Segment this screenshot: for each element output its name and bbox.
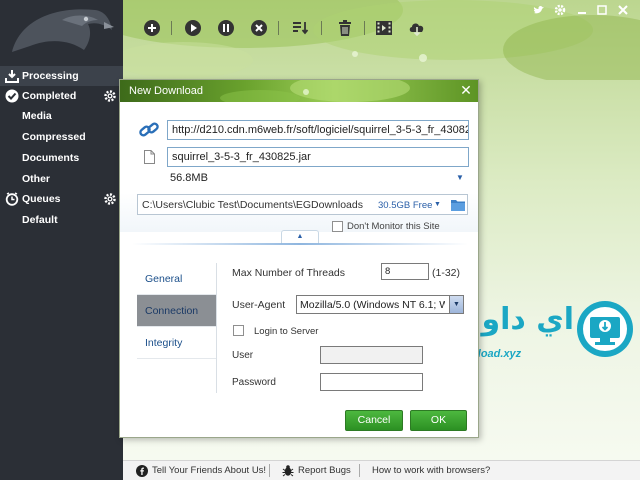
report-bugs-link[interactable]: Report Bugs: [298, 465, 351, 476]
sidebar-item-completed[interactable]: Completed: [0, 86, 123, 106]
tab-integrity[interactable]: Integrity: [137, 327, 216, 359]
login-label: Login to Server: [254, 326, 319, 337]
gear-icon[interactable]: [103, 192, 117, 206]
sidebar-item-compressed[interactable]: Compressed: [0, 127, 123, 147]
sidebar-item-processing[interactable]: Processing: [0, 66, 123, 86]
ok-button[interactable]: OK: [410, 410, 467, 431]
stop-icon[interactable]: [250, 19, 268, 37]
twitter-icon[interactable]: [532, 3, 546, 17]
user-agent-value: Mozilla/5.0 (Windows NT 6.1; WO: [300, 299, 445, 311]
sidebar-item-documents[interactable]: Documents: [0, 148, 123, 168]
new-download-dialog: New Download ✕ http://d210.cdn.m6web.fr/…: [119, 79, 479, 438]
sidebar-item-label: Documents: [22, 152, 80, 164]
gear-icon[interactable]: [103, 89, 117, 103]
chevron-up-icon: ▲: [296, 233, 304, 240]
divider: [132, 243, 468, 245]
divider: [359, 464, 360, 477]
sidebar-item-queues[interactable]: Queues: [0, 189, 123, 209]
threads-input[interactable]: 8: [381, 263, 429, 280]
folder-icon[interactable]: [451, 198, 465, 211]
delete-icon[interactable]: [336, 19, 354, 37]
minimize-icon[interactable]: [575, 3, 589, 17]
browsers-help-link[interactable]: How to work with browsers?: [372, 465, 490, 476]
toolbar-divider: [171, 21, 172, 35]
divider: [216, 263, 217, 393]
settings-icon[interactable]: [553, 3, 567, 17]
user-agent-select[interactable]: Mozilla/5.0 (Windows NT 6.1; WO ▼: [296, 295, 464, 314]
sort-icon[interactable]: [291, 19, 309, 37]
sidebar-item-label: Completed: [22, 90, 77, 102]
save-path-field[interactable]: C:\Users\Clubic Test\Documents\EGDownloa…: [137, 194, 468, 215]
sidebar-item-label: Default: [22, 214, 58, 226]
bug-icon: [282, 465, 294, 477]
free-space-label: 30.5GB Free: [378, 200, 433, 211]
status-bar: Tell Your Friends About Us! Report Bugs …: [123, 460, 640, 480]
dont-monitor-label: Don't Monitor this Site: [347, 221, 440, 232]
url-input[interactable]: http://d210.cdn.m6web.fr/soft/logiciel/s…: [167, 120, 469, 140]
chevron-down-icon[interactable]: ▼: [449, 296, 463, 313]
sidebar-item-label: Queues: [22, 193, 61, 205]
sidebar: Processing Completed Media Compressed Do…: [0, 0, 123, 480]
sidebar-item-default[interactable]: Default: [0, 210, 123, 230]
password-input[interactable]: [320, 373, 423, 391]
sidebar-item-media[interactable]: Media: [0, 106, 123, 126]
dont-monitor-checkbox[interactable]: [332, 221, 343, 232]
toolbar-divider: [321, 21, 322, 35]
sidebar-item-label: Other: [22, 173, 51, 185]
toolbar: [123, 16, 443, 42]
pause-icon[interactable]: [217, 19, 235, 37]
tab-label: Connection: [145, 305, 199, 317]
sidebar-item-label: Media: [22, 110, 52, 122]
dialog-header: New Download ✕: [120, 80, 478, 102]
tab-connection[interactable]: Connection: [137, 295, 216, 327]
user-label: User: [232, 350, 254, 361]
login-checkbox[interactable]: [233, 325, 244, 336]
eagle-logo-icon: [0, 0, 123, 64]
media-icon[interactable]: [375, 19, 393, 37]
window-controls: [532, 3, 632, 17]
sidebar-item-label: Processing: [22, 70, 79, 82]
facebook-icon: [136, 465, 148, 477]
add-icon[interactable]: [143, 19, 161, 37]
watermark-logo-icon: [577, 301, 633, 357]
filename-input[interactable]: squirrel_3-5-3_fr_430825.jar: [167, 147, 469, 167]
download-tray-icon: [5, 70, 19, 83]
password-label: Password: [232, 377, 276, 388]
threads-label: Max Number of Threads: [232, 267, 346, 279]
maximize-icon[interactable]: [595, 3, 609, 17]
sidebar-item-other[interactable]: Other: [0, 169, 123, 189]
save-path-text: C:\Users\Clubic Test\Documents\EGDownloa…: [142, 199, 363, 211]
clock-icon: [5, 192, 19, 206]
cancel-button[interactable]: Cancel: [345, 410, 403, 431]
collapse-toggle[interactable]: ▲: [281, 230, 319, 244]
toolbar-divider: [278, 21, 279, 35]
tab-label: General: [145, 273, 183, 285]
file-size-label: 56.8MB: [170, 172, 208, 184]
close-icon[interactable]: [616, 3, 630, 17]
user-input[interactable]: [320, 346, 423, 364]
chevron-down-icon[interactable]: ▼: [456, 173, 464, 182]
chevron-down-icon[interactable]: ▼: [434, 201, 441, 208]
link-icon: [139, 122, 159, 137]
sidebar-item-label: Compressed: [22, 131, 86, 143]
dialog-title: New Download: [129, 85, 203, 97]
cloud-download-icon[interactable]: [408, 19, 426, 37]
check-circle-icon: [5, 89, 19, 103]
threads-range-label: (1-32): [432, 267, 461, 279]
tell-friends-link[interactable]: Tell Your Friends About Us!: [152, 465, 266, 476]
user-agent-label: User-Agent: [232, 299, 286, 311]
tab-general[interactable]: General: [137, 263, 216, 295]
divider: [269, 464, 270, 477]
toolbar-divider: [364, 21, 365, 35]
play-icon[interactable]: [184, 19, 202, 37]
file-icon: [144, 150, 155, 164]
dialog-close-button[interactable]: ✕: [458, 82, 474, 98]
tab-label: Integrity: [145, 337, 183, 349]
